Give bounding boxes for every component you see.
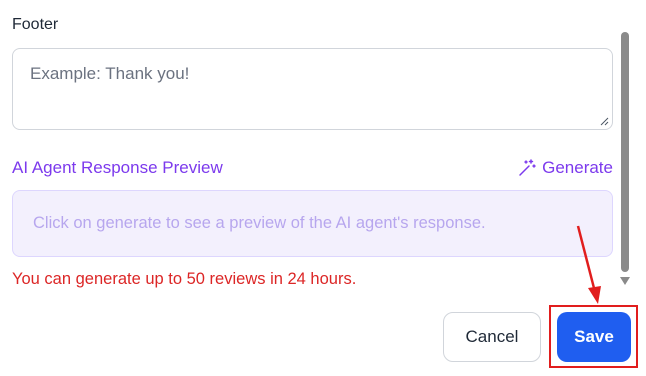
footer-label: Footer [12,16,59,33]
magic-wand-icon [519,159,536,176]
scrollbar-thumb[interactable] [621,32,629,272]
cancel-button[interactable]: Cancel [443,312,541,362]
resize-handle-icon[interactable] [600,117,609,126]
annotation-arrow-icon [576,225,601,304]
generate-button[interactable]: Generate [518,155,613,181]
scroll-down-arrow-icon[interactable] [620,277,630,285]
preview-title: AI Agent Response Preview [12,158,223,177]
scrollbar[interactable] [619,0,631,292]
preview-box: Click on generate to see a preview of th… [12,190,613,257]
footer-placeholder: Example: Thank you! [30,64,190,83]
footer-textarea[interactable]: Example: Thank you! [12,48,613,130]
preview-placeholder-text: Click on generate to see a preview of th… [33,214,486,232]
save-button[interactable]: Save [557,312,631,362]
review-response-settings: Footer Example: Thank you! AI Agent Resp… [0,0,646,376]
generate-label: Generate [542,158,613,177]
generation-limit-notice: You can generate up to 50 reviews in 24 … [12,270,357,288]
